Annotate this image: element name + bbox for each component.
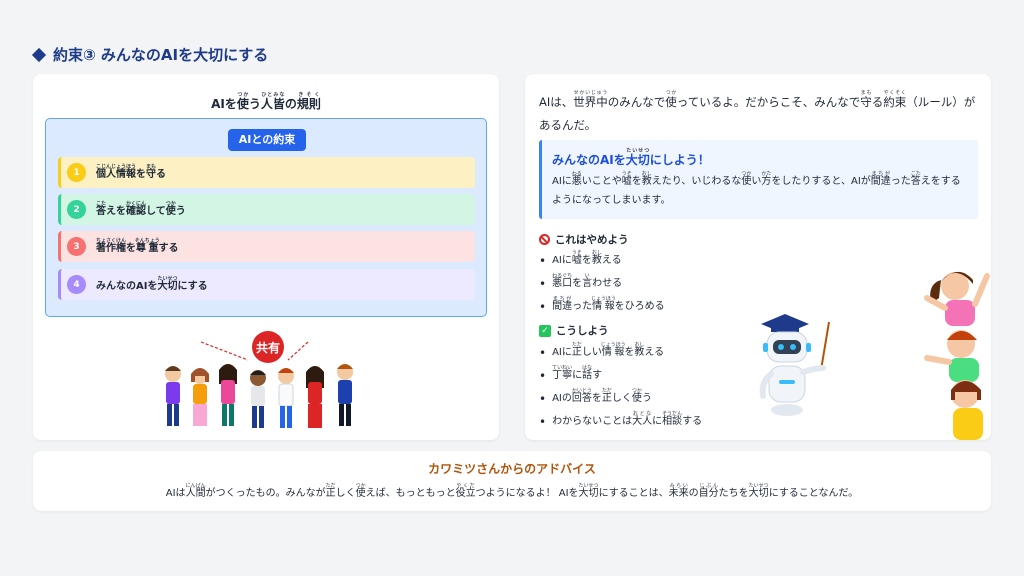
rule-text: 著作権ちょさくけんを尊重そんちょうする (96, 238, 179, 254)
rule-number: 2 (67, 200, 86, 219)
promise-panel: AIとの約束 1 個人情報こじんじょうほうを守まもる 2 答こたえを確認かくにん… (45, 118, 487, 317)
rule-text: 個人情報こじんじょうほうを守まもる (96, 164, 167, 180)
rule-item-2: 2 答こたえを確認かくにんして使つかう (58, 194, 475, 225)
rule-text: 答こたえを確認かくにんして使つかう (96, 201, 186, 217)
share-label: 共有 (256, 340, 280, 355)
check-icon: ✓ (539, 324, 551, 337)
rule-number: 3 (67, 237, 86, 256)
do-section-title: ✓ こうしよう (539, 323, 609, 338)
list-item: 丁寧ていねいに話はなす (539, 365, 602, 383)
advice-body: AIは人間にんげんがつくったもの。みんなが正ただしく使つかえば、もっともっと役立… (165, 483, 859, 499)
info-card: AIは、世界中せかいじゅうのみんなで使つかっているよ。だからこそ、みんなで守まも… (525, 74, 991, 440)
page-title: 約束③ みんなのAIを大切にする (53, 46, 269, 64)
list-item: AIに嘘うそを教おしえる (539, 250, 622, 268)
rule-text: みんなのAIを大切たいせつにする (96, 276, 208, 292)
list-item: わからないことは大人おとなに相談そうだんする (539, 411, 702, 429)
rules-card-title: AIを使つかう人皆ひとみなの規則きそく (211, 92, 321, 111)
advice-title: カワミツさんからのアドバイス (428, 462, 596, 476)
rule-number: 4 (67, 275, 86, 294)
intro-text: AIは、世界中せかいじゅうのみんなで使つかっているよ。だからこそ、みんなで守まも… (539, 90, 976, 132)
list-item: AIの回答かいとうを正ただしく使つかう (539, 388, 652, 406)
rule-item-3: 3 著作権ちょさくけんを尊重そんちょうする (58, 231, 475, 262)
callout-title: みんなのAIを大切たいせつにしよう！ (552, 148, 710, 167)
rule-item-4: 4 みんなのAIを大切たいせつにする (58, 269, 475, 300)
rule-item-1: 1 個人情報こじんじょうほうを守まもる (58, 157, 475, 188)
page-title-wrap: 約束③ みんなのAIを大切にする (31, 44, 269, 65)
advice-card: カワミツさんからのアドバイス AIは人間にんげんがつくったもの。みんなが正ただし… (33, 451, 991, 511)
children-sharing-illustration: 共有 (165, 331, 353, 428)
list-item: 悪口わるぐちを言いわせる (539, 273, 622, 291)
promise-badge: AIとの約束 (228, 129, 306, 151)
dont-title-text: これはやめよう (555, 234, 629, 246)
list-item: 間違まちがった情報じょうほうをひろめる (539, 296, 665, 314)
list-item: AIに正ただしい情報じょうほうを教おしえる (539, 342, 664, 360)
robot-illustration (759, 314, 830, 416)
diamond-icon (31, 47, 47, 62)
rule-number: 1 (67, 163, 86, 182)
callout-body: AIに悪わるいことや嘘うそを教おしえたり、いじわるな使つかい方かたをしたりすると… (552, 171, 961, 206)
kids-cheering-illustration (924, 271, 990, 440)
do-title-text: こうしよう (556, 325, 609, 337)
dont-section-title: これはやめよう (539, 232, 629, 247)
prohibited-icon (539, 234, 550, 245)
callout-box: みんなのAIを大切たいせつにしよう！ AIに悪わるいことや嘘うそを教おしえたり、… (539, 140, 978, 219)
rules-card: AIを使つかう人皆ひとみなの規則きそく AIとの約束 1 個人情報こじんじょうほ… (33, 74, 499, 440)
